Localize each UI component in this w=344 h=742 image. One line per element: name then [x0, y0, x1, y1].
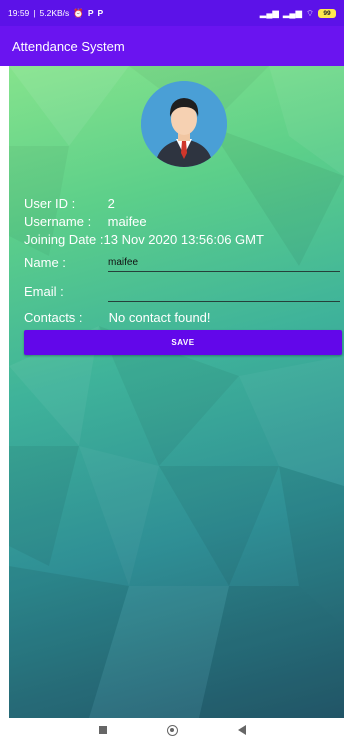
save-button[interactable]: SAVE: [24, 330, 342, 355]
app-bar: Attendance System: [0, 26, 344, 66]
recent-apps-icon[interactable]: [98, 726, 107, 734]
name-field[interactable]: maifee: [108, 257, 138, 268]
app-title: Attendance System: [12, 38, 125, 54]
p-icon: P: [87, 8, 94, 18]
user-id-value: 2: [107, 196, 115, 211]
status-bar: 19:59 | 5.2KB/s ⏰ P P ▂▄▆ ▂▄▆ ⌔ 99: [0, 0, 344, 26]
profile-content: User ID : 2 Username : maifee Joining Da…: [9, 66, 344, 718]
status-speed: 5.2KB/s: [39, 8, 70, 18]
username-row: Username : maifee: [24, 214, 147, 229]
contacts-row: Contacts : No contact found!: [24, 310, 211, 325]
email-row: Email :: [24, 284, 64, 299]
back-icon[interactable]: [237, 725, 246, 735]
name-field-underline: [108, 271, 340, 272]
username-value: maifee: [107, 214, 147, 229]
alarm-icon: ⏰: [73, 7, 84, 18]
joining-date-label: Joining Date :: [24, 232, 104, 247]
contacts-value: No contact found!: [108, 310, 211, 325]
name-row: Name :: [24, 255, 66, 270]
navigation-bar: [0, 718, 344, 742]
user-id-label: User ID :: [24, 196, 76, 211]
email-label: Email :: [24, 284, 64, 299]
avatar: [141, 81, 227, 167]
signal-icon: ▂▄▆: [259, 7, 279, 18]
email-field[interactable]: [108, 286, 340, 300]
status-time: 19:59: [8, 8, 30, 18]
joining-date-value: 13 Nov 2020 13:56:06 GMT: [103, 232, 264, 247]
user-avatar-icon: [141, 81, 227, 167]
signal-icon: ▂▄▆: [282, 7, 302, 18]
joining-date-row: Joining Date :13 Nov 2020 13:56:06 GMT: [24, 232, 264, 247]
name-label: Name :: [24, 255, 66, 270]
wifi-icon: ⌔: [306, 7, 314, 18]
battery-icon: 99: [318, 8, 336, 18]
contacts-label: Contacts :: [24, 310, 83, 325]
email-field-underline: [108, 301, 340, 302]
home-icon[interactable]: [166, 724, 178, 736]
p-icon: P: [97, 8, 104, 18]
username-label: Username :: [24, 214, 92, 229]
user-id-row: User ID : 2: [24, 196, 115, 211]
